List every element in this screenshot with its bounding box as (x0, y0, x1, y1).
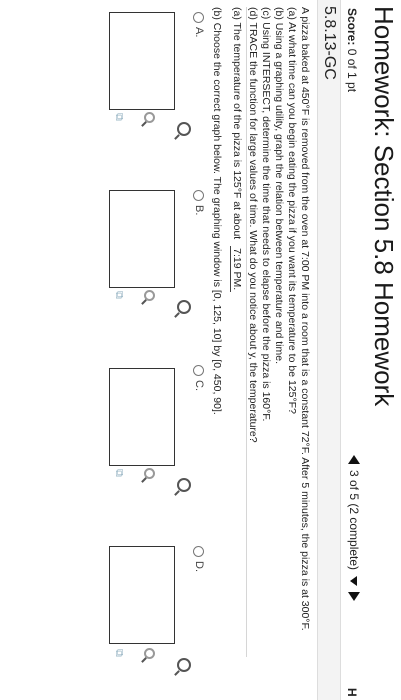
option-b[interactable]: B. (193, 190, 205, 215)
graph-option-a (109, 12, 175, 110)
zoom-in-icon[interactable] (177, 478, 191, 492)
option-d-label: D. (193, 561, 205, 572)
help-link[interactable]: H (345, 688, 359, 697)
option-d-radio[interactable] (193, 546, 205, 557)
expand-graph-icon[interactable]: ⧉ (112, 113, 125, 121)
zoom-out-icon[interactable] (144, 112, 155, 123)
problem-statement: A pizza baked at 450°F is removed from t… (246, 7, 311, 697)
zoom-out-icon[interactable] (144, 468, 155, 479)
problem-id: 5.8.13-GC (321, 6, 338, 80)
graph-option-b (109, 190, 175, 288)
option-b-label: B. (193, 205, 205, 216)
graph-option-d (109, 546, 175, 644)
part-a-prompt: (a) The temperature of the pizza is 125°… (231, 7, 243, 240)
expand-graph-icon[interactable]: ⧉ (112, 649, 125, 657)
statement-line: (d) TRACE the function for large values … (247, 7, 259, 443)
zoom-in-icon[interactable] (177, 658, 191, 672)
part-a-answer-field[interactable]: 7:19 PM. (230, 246, 243, 293)
question-navigator: 3 of 5 (2 complete) (347, 455, 361, 602)
page-title: Homework: Section 5.8 Homework (369, 6, 399, 407)
zoom-in-icon[interactable] (177, 300, 191, 314)
option-a-radio[interactable] (193, 12, 205, 23)
option-b-radio[interactable] (193, 190, 205, 201)
statement-line: A pizza baked at 450°F is removed from t… (299, 7, 311, 631)
problem-bar: 5.8.13-GC (317, 0, 341, 700)
zoom-out-icon[interactable] (144, 648, 155, 659)
statement-line: (a) At what time can you begin eating th… (286, 7, 298, 414)
next-question-icon[interactable] (348, 592, 360, 602)
part-b-prompt: (b) Choose the correct graph below. The … (211, 7, 223, 415)
previous-question-icon[interactable] (348, 455, 360, 464)
statement-line: (b) Using a graphing utility, graph the … (273, 7, 285, 365)
option-a[interactable]: A. (193, 12, 205, 37)
graph-option-c (109, 368, 175, 466)
option-a-label: A. (193, 27, 205, 38)
option-c[interactable]: C. (193, 365, 205, 391)
expand-graph-icon[interactable]: ⧉ (112, 469, 125, 477)
score-display: Score: 0 of 1 pt (345, 8, 359, 92)
zoom-in-icon[interactable] (177, 122, 191, 136)
homework-page: Homework: Section 5.8 Homework Score: 0 … (0, 0, 401, 700)
part-a-row: (a) The temperature of the pizza is 125°… (230, 7, 243, 293)
question-progress[interactable]: 3 of 5 (2 complete) (347, 470, 361, 570)
option-c-radio[interactable] (193, 365, 205, 376)
score-label: Score: (345, 8, 359, 46)
score-value: 0 of 1 pt (345, 48, 359, 93)
zoom-out-icon[interactable] (144, 290, 155, 301)
expand-graph-icon[interactable]: ⧉ (112, 291, 125, 299)
option-d[interactable]: D. (193, 546, 205, 572)
statement-line: (c) Using INTERSECT, determine the time … (260, 7, 272, 422)
divider (246, 7, 247, 657)
question-dropdown-icon[interactable] (350, 576, 358, 587)
option-c-label: C. (193, 380, 205, 391)
